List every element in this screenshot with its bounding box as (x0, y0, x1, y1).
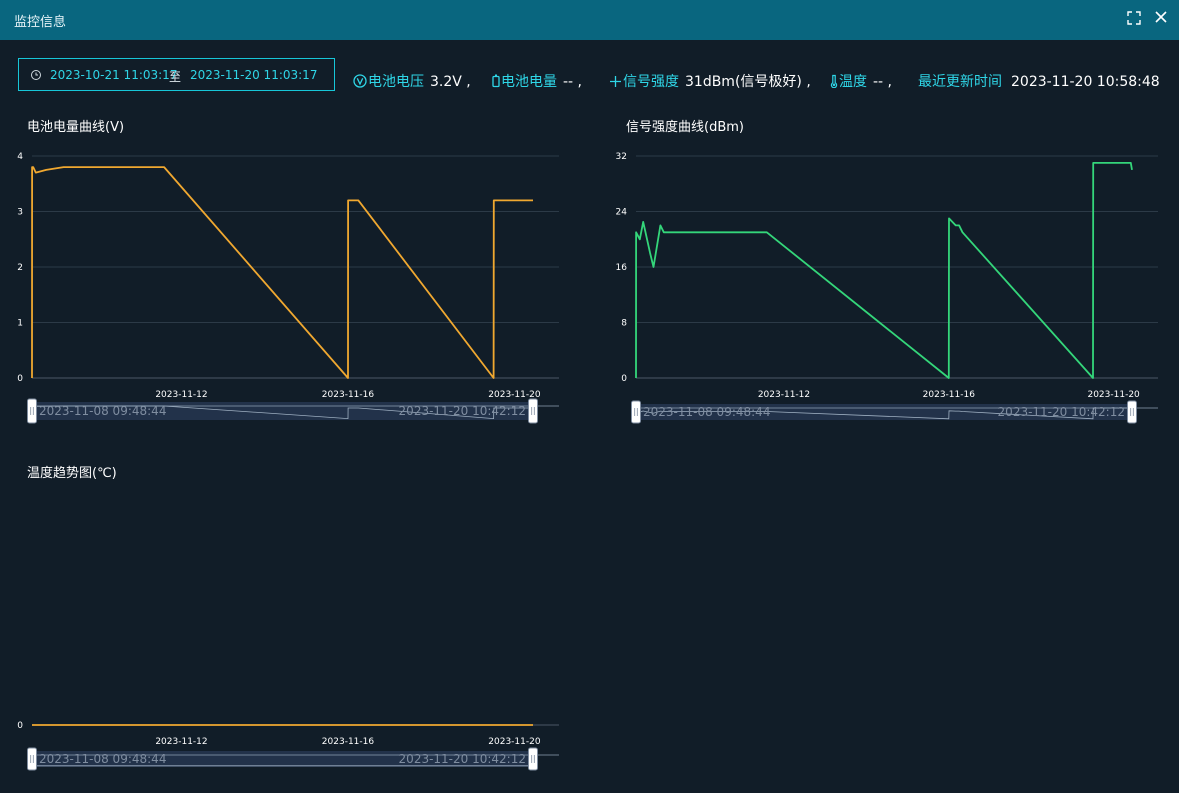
signal-y-tick: 24 (616, 208, 628, 218)
temperature-y-tick: 0 (17, 721, 23, 731)
signal-x-tick: 2023-11-12 (758, 390, 810, 400)
temperature-datazoom-end-label: 2023-11-20 10:42:12 (399, 752, 526, 766)
signal-datazoom-end-label: 2023-11-20 10:42:12 (998, 405, 1125, 419)
signal-x-tick: 2023-11-16 (923, 390, 976, 400)
voltage-y-tick: 2 (17, 263, 23, 273)
signal-y-tick: 16 (616, 263, 628, 273)
temperature-datazoom-end-handle[interactable] (528, 747, 538, 771)
voltage-datazoom-start-label: 2023-11-08 09:48:44 (39, 404, 166, 418)
signal-datazoom-start-label: 2023-11-08 09:48:44 (643, 405, 770, 419)
signal-y-tick: 0 (621, 374, 627, 384)
signal-y-tick: 32 (616, 152, 627, 162)
voltage-x-tick: 2023-11-12 (155, 390, 207, 400)
voltage-y-tick: 0 (17, 374, 23, 384)
voltage-datazoom-end-label: 2023-11-20 10:42:12 (399, 404, 526, 418)
temperature-x-tick: 2023-11-12 (155, 737, 207, 747)
signal-datazoom-end-handle[interactable] (1127, 400, 1137, 424)
signal-x-tick: 2023-11-20 (1087, 390, 1140, 400)
voltage-y-tick: 4 (17, 152, 23, 162)
voltage-y-tick: 3 (17, 208, 23, 218)
temperature-x-tick: 2023-11-16 (322, 737, 375, 747)
signal-series-line (635, 161, 1133, 379)
voltage-datazoom-start-handle[interactable] (27, 398, 37, 424)
signal-datazoom-start-handle[interactable] (631, 400, 641, 424)
temperature-x-tick: 2023-11-20 (488, 737, 541, 747)
charts-canvas: 0 1 2 3 4 2023-11-12 2023-11-16 2023-11-20 2023-… (17, 152, 1158, 771)
voltage-x-tick: 2023-11-16 (322, 390, 375, 400)
voltage-datazoom-end-handle[interactable] (528, 398, 538, 424)
signal-y-tick: 8 (621, 319, 627, 329)
voltage-series-line (31, 166, 533, 379)
temperature-datazoom-start-label: 2023-11-08 09:48:44 (39, 752, 166, 766)
voltage-y-tick: 1 (17, 319, 23, 329)
temperature-datazoom-start-handle[interactable] (27, 747, 37, 771)
